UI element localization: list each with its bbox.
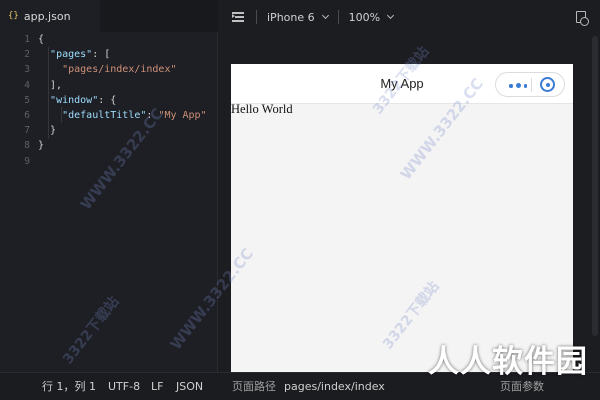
tab-label: app.json — [23, 9, 71, 23]
code-line: "window": { — [38, 93, 218, 108]
language-mode[interactable]: JSON — [176, 373, 203, 400]
zoom-selector[interactable]: 100% — [348, 10, 395, 24]
line-number: 2 — [24, 49, 30, 61]
page-content-text: Hello World — [231, 102, 293, 116]
code-token: "defaultTitle" — [62, 109, 147, 121]
code-token: "pages/index/index" — [62, 64, 177, 76]
line-ending[interactable]: LF — [151, 373, 163, 400]
line-number: 6 — [24, 109, 30, 121]
line-number: 7 — [24, 125, 30, 137]
device-selector[interactable]: iPhone 6 — [267, 10, 329, 24]
document-search-icon[interactable] — [576, 11, 589, 26]
code-token: : { — [98, 94, 117, 106]
code-token: { — [38, 34, 45, 45]
code-line: "pages": [ — [38, 47, 218, 62]
code-area[interactable]: { "pages": [ "pages/index/index" ], "win… — [38, 32, 218, 169]
editor-tabbar: {} app.json — [0, 0, 218, 32]
line-number: 1 — [24, 34, 30, 45]
code-token: : [ — [92, 49, 111, 61]
code-line: "defaultTitle": "My App" — [38, 108, 218, 123]
simulator-scrollbar[interactable] — [592, 36, 598, 336]
chevron-down-icon — [321, 11, 329, 19]
page-path-label: 页面路径 — [232, 380, 276, 393]
json-file-icon: {} — [8, 11, 19, 21]
code-token: "window" — [50, 94, 99, 106]
code-token: "My App" — [158, 109, 207, 121]
code-token: ], — [38, 79, 63, 91]
more-dots-icon[interactable] — [509, 83, 530, 89]
chevron-down-icon — [387, 11, 395, 19]
device-label: iPhone 6 — [267, 10, 315, 24]
code-token: } — [38, 125, 57, 137]
line-number-gutter: 1 2 3 4 5 6 7 8 9 — [0, 32, 38, 169]
simulator-toolbar: iPhone 6 100% — [219, 0, 600, 34]
close-circle-icon[interactable] — [540, 77, 555, 92]
simulator-panel: iPhone 6 100% My App Hello World — [219, 0, 600, 376]
code-token: "pages" — [50, 49, 93, 61]
code-editor[interactable]: {} app.json 1 2 3 4 5 6 7 8 9 { "pages": [ "page… — [0, 0, 218, 372]
line-number: 8 — [24, 140, 30, 152]
zoom-label: 100% — [348, 10, 381, 24]
capsule-divider — [531, 78, 532, 92]
code-token: : — [146, 109, 159, 121]
page-path[interactable]: pages/index/index — [284, 373, 385, 400]
code-line: ], — [38, 78, 218, 93]
line-number: 3 — [24, 64, 30, 76]
line-number: 4 — [24, 79, 30, 91]
list-indent-icon[interactable] — [232, 11, 246, 23]
toolbar-divider — [256, 10, 257, 24]
line-number: 9 — [24, 155, 30, 167]
code-token: } — [38, 140, 45, 152]
toolbar-divider — [337, 10, 339, 24]
code-line: { — [38, 32, 218, 47]
code-line: } — [38, 138, 218, 153]
capsule-menu[interactable] — [495, 72, 565, 97]
watermark-logo-text: 人人软件园 — [428, 344, 588, 380]
mini-app-navbar: My App — [231, 64, 573, 104]
cursor-position[interactable]: 行 1，列 1 — [42, 373, 96, 400]
line-number: 5 — [24, 94, 30, 106]
encoding[interactable]: UTF-8 — [108, 373, 140, 400]
tab-app-json[interactable]: {} app.json — [0, 0, 100, 32]
code-line: "pages/index/index" — [38, 62, 218, 77]
phone-screen: My App Hello World — [231, 64, 573, 376]
code-line: } — [38, 123, 218, 138]
